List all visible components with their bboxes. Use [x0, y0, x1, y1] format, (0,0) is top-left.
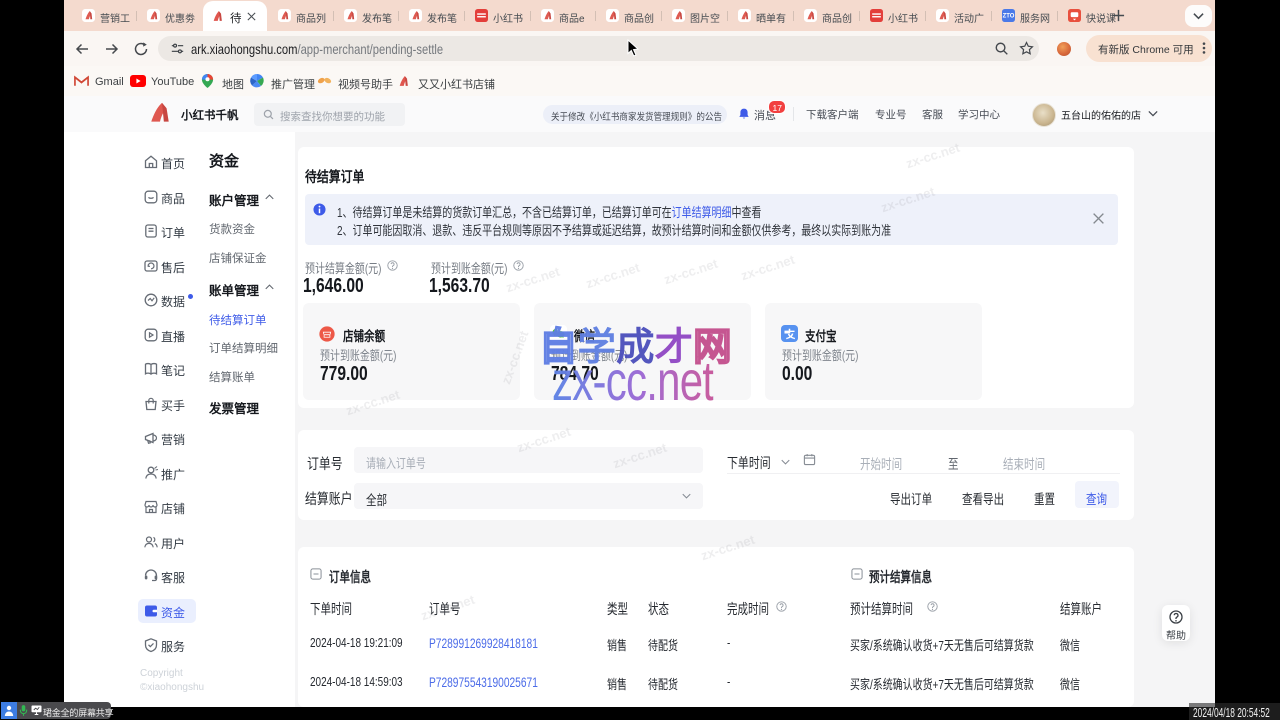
svg-text:ZTO: ZTO — [1003, 14, 1015, 20]
